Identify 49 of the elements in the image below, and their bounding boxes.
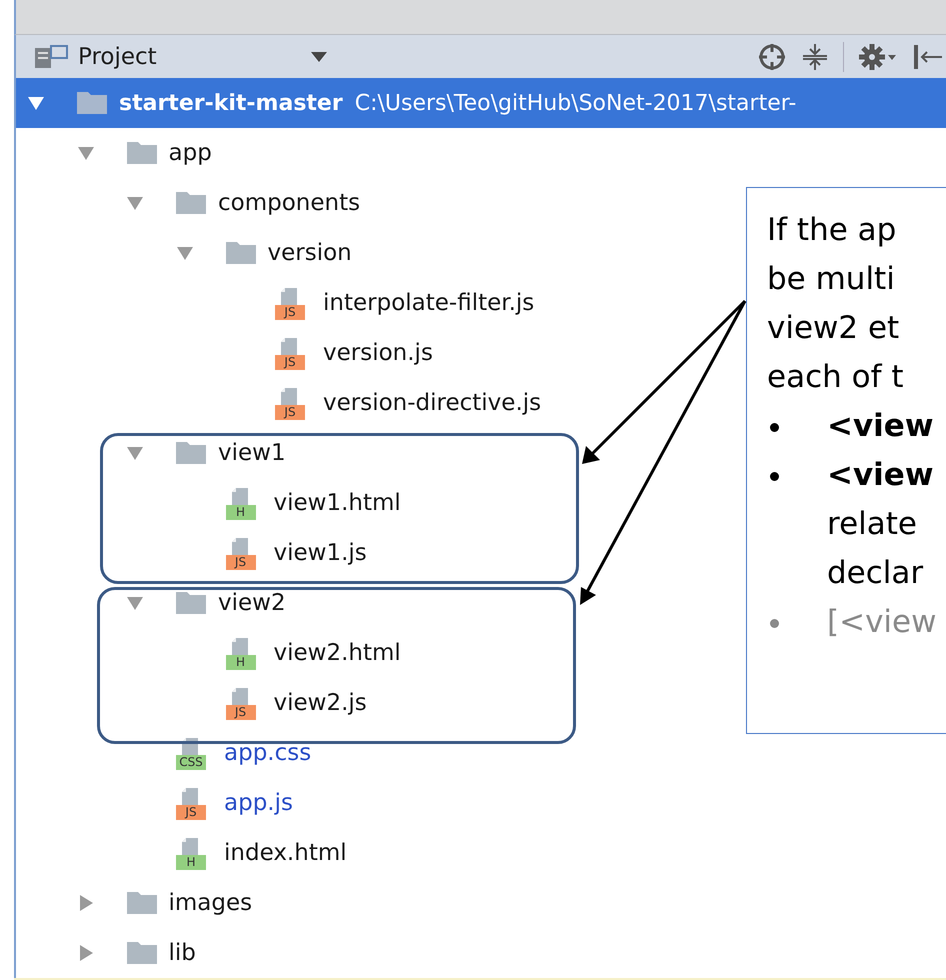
tree-label[interactable]: app.js <box>224 790 293 816</box>
selected-row[interactable]: starter-kit-master C:\Users\Teo\gitHub\SoNet-2017\starter- <box>16 78 946 128</box>
tree-label[interactable]: app.css <box>224 740 312 766</box>
expand-arrow-icon[interactable] <box>27 94 45 112</box>
tree-label[interactable]: view1.js <box>274 540 367 566</box>
tree-label[interactable]: view2.js <box>274 690 367 716</box>
tree-label[interactable]: version-directive.js <box>323 390 542 416</box>
crosshair-icon[interactable] <box>757 42 787 72</box>
folder-icon <box>176 192 206 214</box>
dropdown-caret-icon[interactable] <box>310 52 327 62</box>
callout-text: If the ap <box>767 211 898 250</box>
folder-icon <box>176 442 206 464</box>
folder-icon <box>126 142 156 164</box>
tree-label[interactable]: components <box>218 190 360 216</box>
callout-text: declar <box>827 554 924 593</box>
tree-label[interactable]: version.js <box>323 340 433 366</box>
expand-arrow-icon[interactable] <box>76 144 94 162</box>
expand-arrow-icon[interactable] <box>176 244 194 262</box>
callout-text: [<view <box>827 603 936 642</box>
tree-label[interactable]: view1.html <box>274 490 401 516</box>
tree-label[interactable]: app <box>168 140 212 166</box>
tree-label[interactable]: interpolate-filter.js <box>323 290 534 316</box>
callout-text: relate <box>827 505 918 544</box>
folder-icon <box>126 892 156 914</box>
callout-text: view2 et <box>767 309 900 348</box>
tree-label[interactable]: view2 <box>218 590 286 616</box>
folder-icon <box>126 942 156 964</box>
folder-icon <box>77 92 107 114</box>
callout-text: each of t <box>767 358 905 397</box>
folder-icon <box>176 592 206 614</box>
folder-icon <box>226 242 256 264</box>
tree-label[interactable]: images <box>168 890 252 916</box>
project-path: C:\Users\Teo\gitHub\SoNet-2017\starter- <box>354 90 796 116</box>
expand-arrow-icon[interactable] <box>126 444 144 462</box>
tree-label[interactable]: starter-kit-master <box>119 90 343 116</box>
expand-arrow-icon[interactable] <box>126 594 144 612</box>
tree-label[interactable]: lib <box>168 940 196 966</box>
tree-label[interactable]: version <box>268 240 352 266</box>
tree-label[interactable]: index.html <box>224 840 347 866</box>
callout-text: <view <box>827 407 934 446</box>
callout-text: be multi <box>767 260 896 299</box>
tree-label[interactable]: view2.html <box>274 640 401 666</box>
expand-arrow-icon[interactable] <box>126 194 144 212</box>
settings-icon[interactable] <box>858 42 898 72</box>
tree-label[interactable]: view1 <box>218 440 286 466</box>
panel-title[interactable]: Project <box>78 44 157 70</box>
callout-text: <view <box>827 456 934 495</box>
project-panel-icon <box>34 44 68 70</box>
collapse-all-icon[interactable] <box>801 42 829 72</box>
